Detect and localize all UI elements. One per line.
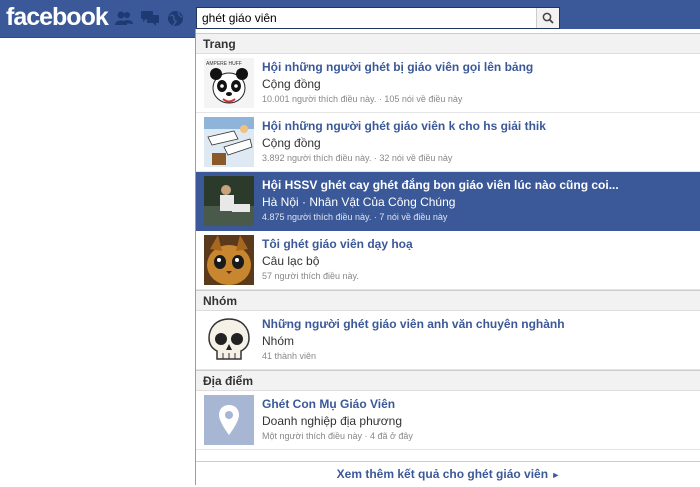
result-category: Nhóm: [262, 334, 295, 348]
result-title[interactable]: Hội những người ghét giáo viên k cho hs …: [262, 119, 546, 133]
result-meta: 4.875 người thích điều này. · 7 nói về đ…: [262, 212, 448, 222]
result-row[interactable]: Ghét Con Mụ Giáo Viên Doanh nghiệp địa p…: [196, 391, 700, 450]
result-category: Câu lạc bộ: [262, 254, 320, 268]
section-header-groups: Nhóm: [196, 290, 700, 311]
result-row[interactable]: Những người ghét giáo viên anh văn chuyê…: [196, 311, 700, 370]
search-box[interactable]: ghét giáo viên: [196, 7, 560, 29]
map-pin-icon: [204, 395, 254, 445]
arrow-right-icon: ►: [551, 470, 561, 480]
see-more-label: Xem thêm kết quả cho ghét giáo viên: [336, 467, 549, 481]
section-header-places: Địa điểm: [196, 370, 700, 391]
search-button[interactable]: [536, 8, 559, 28]
section-header-pages: Trang: [196, 33, 700, 54]
result-category: Doanh nghiệp địa phương: [262, 414, 403, 428]
result-category: Hà Nội · Nhân Vật Của Công Chúng: [262, 195, 456, 209]
result-title[interactable]: Tôi ghét giáo viên dạy hoạ: [262, 237, 413, 251]
result-meta: 10.001 người thích điều này. · 105 nói v…: [262, 94, 463, 104]
result-row[interactable]: Hội những người ghét giáo viên k cho hs …: [196, 113, 700, 172]
friend-requests-icon[interactable]: [114, 9, 133, 27]
result-meta: Một người thích điều này · 4 đã ở đây: [262, 431, 413, 441]
search-input[interactable]: ghét giáo viên: [202, 11, 277, 25]
page-background: [0, 38, 195, 485]
result-row-selected[interactable]: Hội HSSV ghét cay ghét đắng bọn giáo viê…: [196, 172, 700, 231]
result-meta: 41 thành viên: [262, 351, 317, 361]
result-thumbnail: [204, 235, 254, 285]
search-results-dropdown: Trang AMPERE HUFF Hội những người ghét b…: [195, 29, 700, 485]
result-title[interactable]: Những người ghét giáo viên anh văn chuyê…: [262, 317, 565, 331]
svg-text:AMPERE HUFF: AMPERE HUFF: [206, 61, 242, 67]
messages-icon[interactable]: [140, 9, 159, 27]
result-title[interactable]: Hội những người ghét bị giáo viên gọi lê…: [262, 60, 533, 74]
result-thumbnail: AMPERE HUFF: [204, 58, 254, 108]
result-title[interactable]: Ghét Con Mụ Giáo Viên: [262, 397, 395, 411]
notifications-icon[interactable]: [166, 9, 185, 27]
result-category: Cộng đồng: [262, 77, 321, 91]
see-more-results-link[interactable]: Xem thêm kết quả cho ghét giáo viên ►: [196, 461, 700, 485]
facebook-logo[interactable]: facebook: [6, 3, 109, 32]
result-meta: 3.892 người thích điều này. · 32 nói về …: [262, 153, 453, 163]
skull-icon: [204, 315, 254, 365]
result-category: Cộng đồng: [262, 136, 321, 150]
result-row[interactable]: Tôi ghét giáo viên dạy hoạ Câu lạc bộ 57…: [196, 231, 700, 290]
result-meta: 57 người thích điều này.: [262, 271, 359, 281]
search-icon: [542, 12, 554, 24]
result-row[interactable]: AMPERE HUFF Hội những người ghét bị giáo…: [196, 54, 700, 113]
result-thumbnail: [204, 117, 254, 167]
result-thumbnail: [204, 176, 254, 226]
result-title[interactable]: Hội HSSV ghét cay ghét đắng bọn giáo viê…: [262, 178, 619, 192]
